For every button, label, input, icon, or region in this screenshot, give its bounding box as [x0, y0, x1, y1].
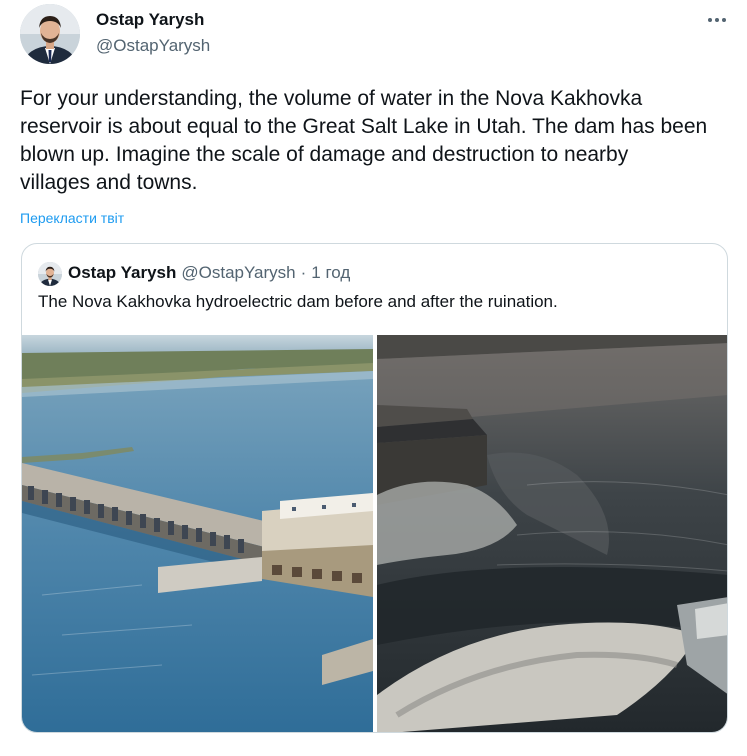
quote-text: The Nova Kakhovka hydroelectric dam befo…: [38, 292, 558, 311]
dam-after-photo: [377, 335, 727, 732]
quote-timestamp[interactable]: 1 год: [311, 262, 350, 284]
dam-before-photo: [22, 335, 373, 732]
quote-separator: ·: [300, 263, 307, 282]
media-photo-before[interactable]: [22, 335, 373, 732]
tweet: Ostap Yarysh @OstapYarysh For your under…: [0, 0, 747, 756]
quote-header: Ostap Yarysh @OstapYarysh · 1 год: [68, 262, 350, 284]
quoted-tweet[interactable]: Ostap Yarysh @OstapYarysh · 1 год The No…: [21, 243, 728, 733]
quote-author-handle: @OstapYarysh: [181, 263, 296, 282]
quote-media[interactable]: [22, 335, 727, 732]
avatar[interactable]: [20, 4, 80, 64]
quote-avatar-image: [38, 262, 62, 286]
tweet-text: For your understanding, the volume of wa…: [20, 87, 708, 194]
quote-author-name: Ostap Yarysh: [68, 263, 177, 282]
media-photo-after[interactable]: [377, 335, 727, 732]
translate-tweet-link[interactable]: Перекласти твіт: [20, 208, 124, 228]
more-button[interactable]: [705, 10, 729, 30]
more-horizontal-icon: [708, 18, 726, 22]
avatar-image: [20, 4, 80, 64]
author-handle[interactable]: @OstapYarysh: [96, 35, 210, 57]
quote-avatar[interactable]: [38, 262, 62, 286]
author-name[interactable]: Ostap Yarysh: [96, 9, 204, 31]
